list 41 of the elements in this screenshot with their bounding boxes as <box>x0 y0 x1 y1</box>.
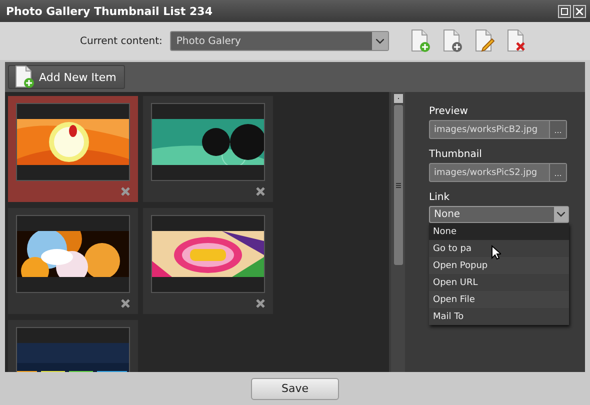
remove-icon[interactable] <box>121 187 130 196</box>
path-field[interactable]: images/worksPicB2.jpg ... <box>429 120 567 139</box>
close-button[interactable] <box>573 4 586 18</box>
thumbnail-card[interactable] <box>143 96 273 202</box>
caret-icon <box>376 38 384 44</box>
add-documents-icon[interactable] <box>441 29 464 53</box>
content-select[interactable]: Photo Galery <box>170 31 390 51</box>
path-field[interactable]: images/worksPicS2.jpg ... <box>429 163 567 182</box>
scroll-thumb[interactable] <box>394 105 402 265</box>
field-label: Preview <box>429 106 469 117</box>
field-label: Thumbnail <box>429 149 483 160</box>
maximize-button[interactable] <box>558 4 571 18</box>
scrollbar[interactable] <box>391 92 405 372</box>
maximize-icon <box>561 8 568 14</box>
delete-document-icon[interactable] <box>505 29 528 53</box>
new-document-icon[interactable] <box>13 65 35 89</box>
remove-icon[interactable] <box>256 187 265 196</box>
menu-item[interactable]: Open Popup <box>429 257 569 274</box>
scroll-up-icon[interactable] <box>394 94 402 103</box>
browse-button[interactable]: ... <box>549 164 566 181</box>
edit-document-icon[interactable] <box>473 29 496 53</box>
close-icon <box>576 8 583 14</box>
remove-icon[interactable] <box>121 299 130 308</box>
menu-item[interactable]: Open URL <box>429 274 569 291</box>
thumbnail-card[interactable] <box>143 208 273 314</box>
menu-item[interactable]: Open File <box>429 291 569 308</box>
link-select[interactable]: None <box>429 206 569 223</box>
field-label: Link <box>429 192 450 203</box>
thumbnail-card[interactable] <box>8 96 138 202</box>
menu-item[interactable]: Go to pa <box>429 240 569 257</box>
menu-item[interactable]: Mail To <box>429 308 569 325</box>
browse-button[interactable]: ... <box>549 121 566 138</box>
pointer-icon <box>491 245 501 260</box>
caret-icon <box>557 212 565 217</box>
add-item-button[interactable]: Add New Item <box>8 65 126 89</box>
remove-icon[interactable] <box>256 299 265 308</box>
menu-item[interactable]: None <box>429 223 569 240</box>
content-label: Current content: <box>80 36 162 46</box>
save-button[interactable]: Save <box>251 378 339 400</box>
window-title: Photo Gallery Thumbnail List 234 <box>6 4 212 18</box>
thumbnail-card[interactable] <box>8 208 138 314</box>
